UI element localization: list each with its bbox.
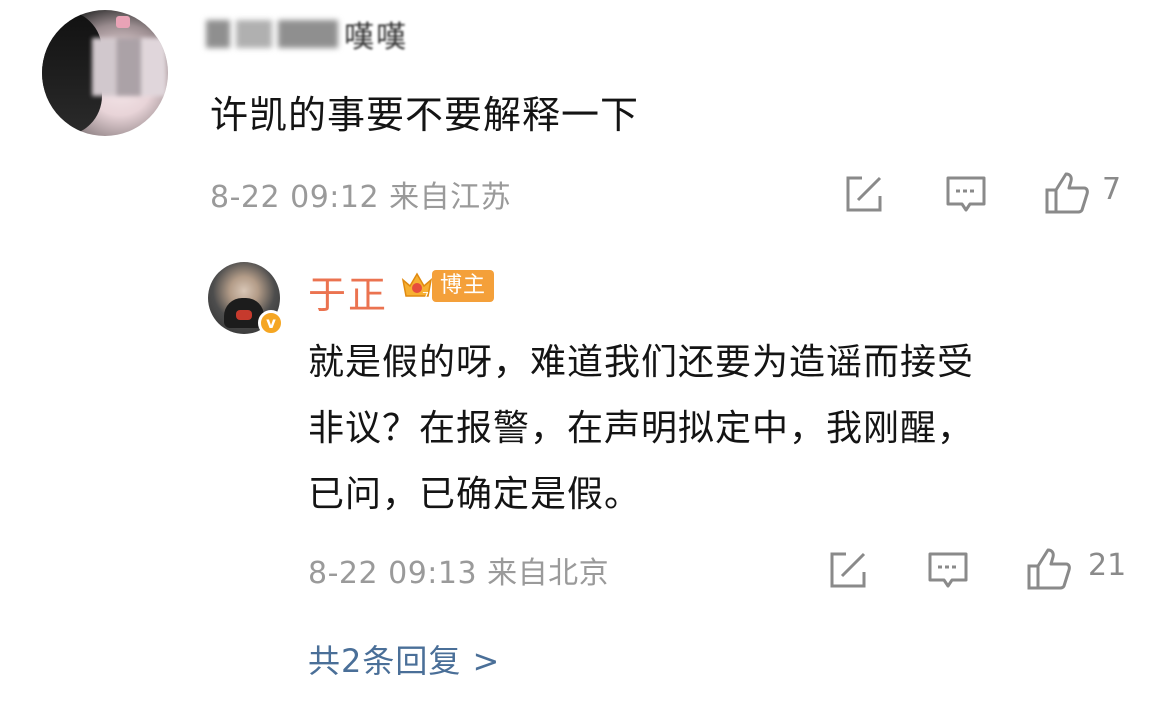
- username-blur-block: [206, 20, 230, 48]
- reply-text: 就是假的呀，难道我们还要为造谣而接受 非议？在报警，在声明拟定中，我刚醒， 已问…: [308, 330, 1128, 528]
- commenter-username[interactable]: 嘆嘆: [206, 14, 408, 55]
- like-count: 7: [1102, 172, 1122, 207]
- reply-text-line: 就是假的呀，难道我们还要为造谣而接受: [308, 342, 975, 383]
- reply-text-line: 非议？在报警，在声明拟定中，我刚醒，: [308, 408, 975, 449]
- comment-meta: 8-22 09:12 来自江苏: [210, 180, 512, 215]
- verified-icon: v: [258, 310, 284, 336]
- comment-icon[interactable]: [926, 548, 970, 592]
- commenter-username-text: 嘆嘆: [344, 20, 408, 55]
- like-icon[interactable]: [1026, 546, 1071, 590]
- badge-level: 7: [422, 290, 429, 302]
- crown-icon: 7: [400, 268, 434, 302]
- replier-username[interactable]: 于正: [308, 264, 388, 319]
- commenter-avatar[interactable]: [42, 10, 168, 136]
- comment-text: 许凯的事要不要解释一下: [210, 93, 640, 137]
- like-icon[interactable]: [1044, 170, 1089, 214]
- username-blur-block: [278, 20, 338, 48]
- like-count: 21: [1088, 548, 1127, 583]
- repost-icon[interactable]: [826, 548, 870, 592]
- more-replies-link[interactable]: 共2条回复 >: [308, 636, 500, 682]
- repost-icon[interactable]: [842, 172, 886, 216]
- blogger-badge: 博主: [432, 270, 495, 302]
- comment-icon[interactable]: [944, 172, 988, 216]
- reply-meta: 8-22 09:13 来自北京: [308, 556, 610, 591]
- username-blur-block: [236, 20, 272, 48]
- reply-text-line: 已问，已确定是假。: [308, 474, 642, 515]
